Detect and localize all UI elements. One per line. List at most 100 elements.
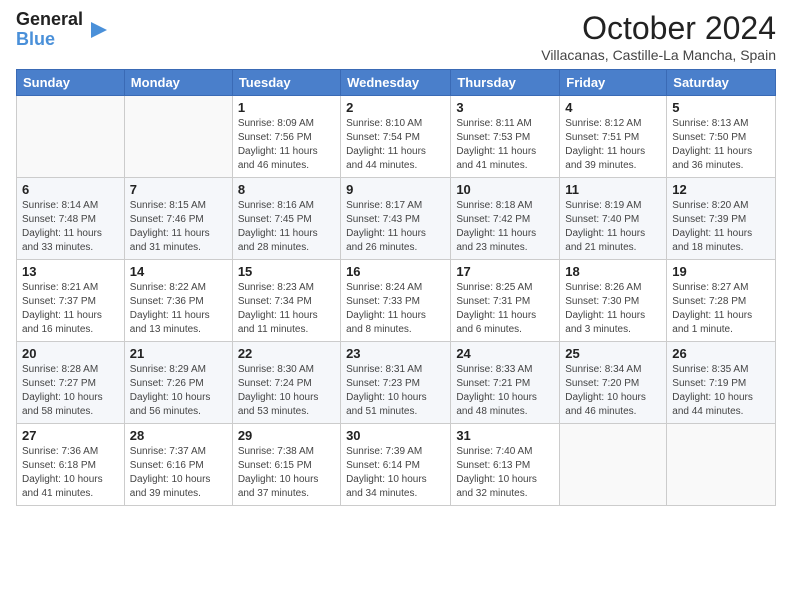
day-number: 16	[346, 264, 445, 279]
logo-text-general: General	[16, 10, 83, 30]
day-info: Sunrise: 8:13 AMSunset: 7:50 PMDaylight:…	[672, 117, 770, 173]
calendar-cell	[17, 96, 125, 178]
page: General Blue October 2024 Villacanas, Ca…	[0, 0, 792, 612]
day-info: Sunrise: 7:37 AMSunset: 6:16 PMDaylight:…	[130, 445, 227, 501]
day-number: 13	[22, 264, 119, 279]
day-info: Sunrise: 8:30 AMSunset: 7:24 PMDaylight:…	[238, 363, 335, 419]
day-number: 24	[456, 346, 554, 361]
day-info: Sunrise: 8:29 AMSunset: 7:26 PMDaylight:…	[130, 363, 227, 419]
calendar-cell: 24 Sunrise: 8:33 AMSunset: 7:21 PMDayligh…	[451, 342, 560, 424]
calendar-cell: 7Sunrise: 8:15 AMSunset: 7:46 PMDaylight…	[124, 178, 232, 260]
calendar-cell: 22Sunrise: 8:30 AMSunset: 7:24 PMDayligh…	[232, 342, 340, 424]
day-number: 1	[238, 100, 335, 115]
calendar-cell: 6 Sunrise: 8:14 AMSunset: 7:48 PMDaylight…	[17, 178, 125, 260]
calendar-cell: 9 Sunrise: 8:17 AMSunset: 7:43 PMDaylight…	[341, 178, 451, 260]
calendar-cell: 15 Sunrise: 8:23 AMSunset: 7:34 PMDayligh…	[232, 260, 340, 342]
day-number: 6	[22, 182, 119, 197]
location-title: Villacanas, Castille-La Mancha, Spain	[541, 47, 776, 63]
day-info: Sunrise: 8:31 AMSunset: 7:23 PMDaylight:…	[346, 363, 445, 419]
calendar-cell: 25Sunrise: 8:34 AMSunset: 7:20 PMDayligh…	[560, 342, 667, 424]
day-info: Sunrise: 7:36 AMSunset: 6:18 PMDaylight:…	[22, 445, 119, 501]
day-info: Sunrise: 8:20 AMSunset: 7:39 PMDaylight:…	[672, 199, 770, 255]
calendar-cell: 3 Sunrise: 8:11 AMSunset: 7:53 PMDaylight…	[451, 96, 560, 178]
calendar-cell: 31 Sunrise: 7:40 AMSunset: 6:13 PMDayligh…	[451, 424, 560, 506]
day-info: Sunrise: 8:11 AMSunset: 7:53 PMDaylight:…	[456, 117, 554, 173]
day-info: Sunrise: 8:23 AMSunset: 7:34 PMDaylight:…	[238, 281, 335, 337]
day-number: 19	[672, 264, 770, 279]
day-info: Sunrise: 8:19 AMSunset: 7:40 PMDaylight:…	[565, 199, 661, 255]
calendar-cell: 10 Sunrise: 8:18 AMSunset: 7:42 PMDayligh…	[451, 178, 560, 260]
calendar-cell: 28 Sunrise: 7:37 AMSunset: 6:16 PMDayligh…	[124, 424, 232, 506]
calendar-cell: 30Sunrise: 7:39 AMSunset: 6:14 PMDayligh…	[341, 424, 451, 506]
day-number: 5	[672, 100, 770, 115]
day-number: 17	[456, 264, 554, 279]
logo-text-blue: Blue	[16, 30, 83, 50]
day-info: Sunrise: 8:10 AMSunset: 7:54 PMDaylight:…	[346, 117, 445, 173]
day-number: 14	[130, 264, 227, 279]
calendar-week-row: 13 Sunrise: 8:21 AMSunset: 7:37 PMDayligh…	[17, 260, 776, 342]
day-number: 30	[346, 428, 445, 443]
day-info: Sunrise: 7:40 AMSunset: 6:13 PMDaylight:…	[456, 445, 554, 501]
day-number: 10	[456, 182, 554, 197]
day-info: Sunrise: 8:14 AMSunset: 7:48 PMDaylight:…	[22, 199, 119, 255]
day-info: Sunrise: 8:21 AMSunset: 7:37 PMDaylight:…	[22, 281, 119, 337]
calendar-week-row: 20Sunrise: 8:28 AMSunset: 7:27 PMDayligh…	[17, 342, 776, 424]
month-title: October 2024	[541, 10, 776, 47]
title-block: October 2024 Villacanas, Castille-La Man…	[541, 10, 776, 63]
calendar-cell: 5 Sunrise: 8:13 AMSunset: 7:50 PMDaylight…	[667, 96, 776, 178]
calendar-week-row: 1 Sunrise: 8:09 AMSunset: 7:56 PMDaylight…	[17, 96, 776, 178]
calendar-header-row: SundayMondayTuesdayWednesdayThursdayFrid…	[17, 70, 776, 96]
day-number: 27	[22, 428, 119, 443]
day-info: Sunrise: 8:17 AMSunset: 7:43 PMDaylight:…	[346, 199, 445, 255]
weekday-header: Sunday	[17, 70, 125, 96]
calendar-cell: 11 Sunrise: 8:19 AMSunset: 7:40 PMDayligh…	[560, 178, 667, 260]
day-number: 15	[238, 264, 335, 279]
day-number: 7	[130, 182, 227, 197]
weekday-header: Wednesday	[341, 70, 451, 96]
calendar-cell: 18 Sunrise: 8:26 AMSunset: 7:30 PMDayligh…	[560, 260, 667, 342]
calendar-table: SundayMondayTuesdayWednesdayThursdayFrid…	[16, 69, 776, 506]
calendar-cell: 27 Sunrise: 7:36 AMSunset: 6:18 PMDayligh…	[17, 424, 125, 506]
calendar-cell: 16 Sunrise: 8:24 AMSunset: 7:33 PMDayligh…	[341, 260, 451, 342]
day-number: 26	[672, 346, 770, 361]
day-number: 12	[672, 182, 770, 197]
calendar-cell: 4Sunrise: 8:12 AMSunset: 7:51 PMDaylight…	[560, 96, 667, 178]
header: General Blue October 2024 Villacanas, Ca…	[16, 10, 776, 63]
calendar-cell: 17 Sunrise: 8:25 AMSunset: 7:31 PMDayligh…	[451, 260, 560, 342]
day-info: Sunrise: 8:12 AMSunset: 7:51 PMDaylight:…	[565, 117, 661, 173]
day-number: 3	[456, 100, 554, 115]
day-number: 8	[238, 182, 335, 197]
calendar-cell: 26 Sunrise: 8:35 AMSunset: 7:19 PMDayligh…	[667, 342, 776, 424]
day-number: 11	[565, 182, 661, 197]
day-number: 31	[456, 428, 554, 443]
weekday-header: Friday	[560, 70, 667, 96]
calendar-cell: 29 Sunrise: 7:38 AMSunset: 6:15 PMDayligh…	[232, 424, 340, 506]
day-info: Sunrise: 8:35 AMSunset: 7:19 PMDaylight:…	[672, 363, 770, 419]
day-info: Sunrise: 8:26 AMSunset: 7:30 PMDaylight:…	[565, 281, 661, 337]
weekday-header: Saturday	[667, 70, 776, 96]
day-info: Sunrise: 7:38 AMSunset: 6:15 PMDaylight:…	[238, 445, 335, 501]
day-number: 9	[346, 182, 445, 197]
day-number: 18	[565, 264, 661, 279]
day-info: Sunrise: 8:33 AMSunset: 7:21 PMDaylight:…	[456, 363, 554, 419]
weekday-header: Thursday	[451, 70, 560, 96]
day-number: 21	[130, 346, 227, 361]
calendar-cell: 12 Sunrise: 8:20 AMSunset: 7:39 PMDayligh…	[667, 178, 776, 260]
calendar-cell: 21 Sunrise: 8:29 AMSunset: 7:26 PMDayligh…	[124, 342, 232, 424]
weekday-header: Tuesday	[232, 70, 340, 96]
day-number: 29	[238, 428, 335, 443]
calendar-cell	[560, 424, 667, 506]
calendar-cell: 23Sunrise: 8:31 AMSunset: 7:23 PMDayligh…	[341, 342, 451, 424]
day-info: Sunrise: 8:25 AMSunset: 7:31 PMDaylight:…	[456, 281, 554, 337]
day-number: 25	[565, 346, 661, 361]
day-info: Sunrise: 8:24 AMSunset: 7:33 PMDaylight:…	[346, 281, 445, 337]
day-number: 28	[130, 428, 227, 443]
day-info: Sunrise: 8:18 AMSunset: 7:42 PMDaylight:…	[456, 199, 554, 255]
day-number: 20	[22, 346, 119, 361]
day-info: Sunrise: 8:09 AMSunset: 7:56 PMDaylight:…	[238, 117, 335, 173]
day-number: 2	[346, 100, 445, 115]
calendar-cell: 8 Sunrise: 8:16 AMSunset: 7:45 PMDaylight…	[232, 178, 340, 260]
logo-arrow-icon	[87, 19, 109, 41]
day-info: Sunrise: 8:16 AMSunset: 7:45 PMDaylight:…	[238, 199, 335, 255]
calendar-week-row: 6 Sunrise: 8:14 AMSunset: 7:48 PMDaylight…	[17, 178, 776, 260]
